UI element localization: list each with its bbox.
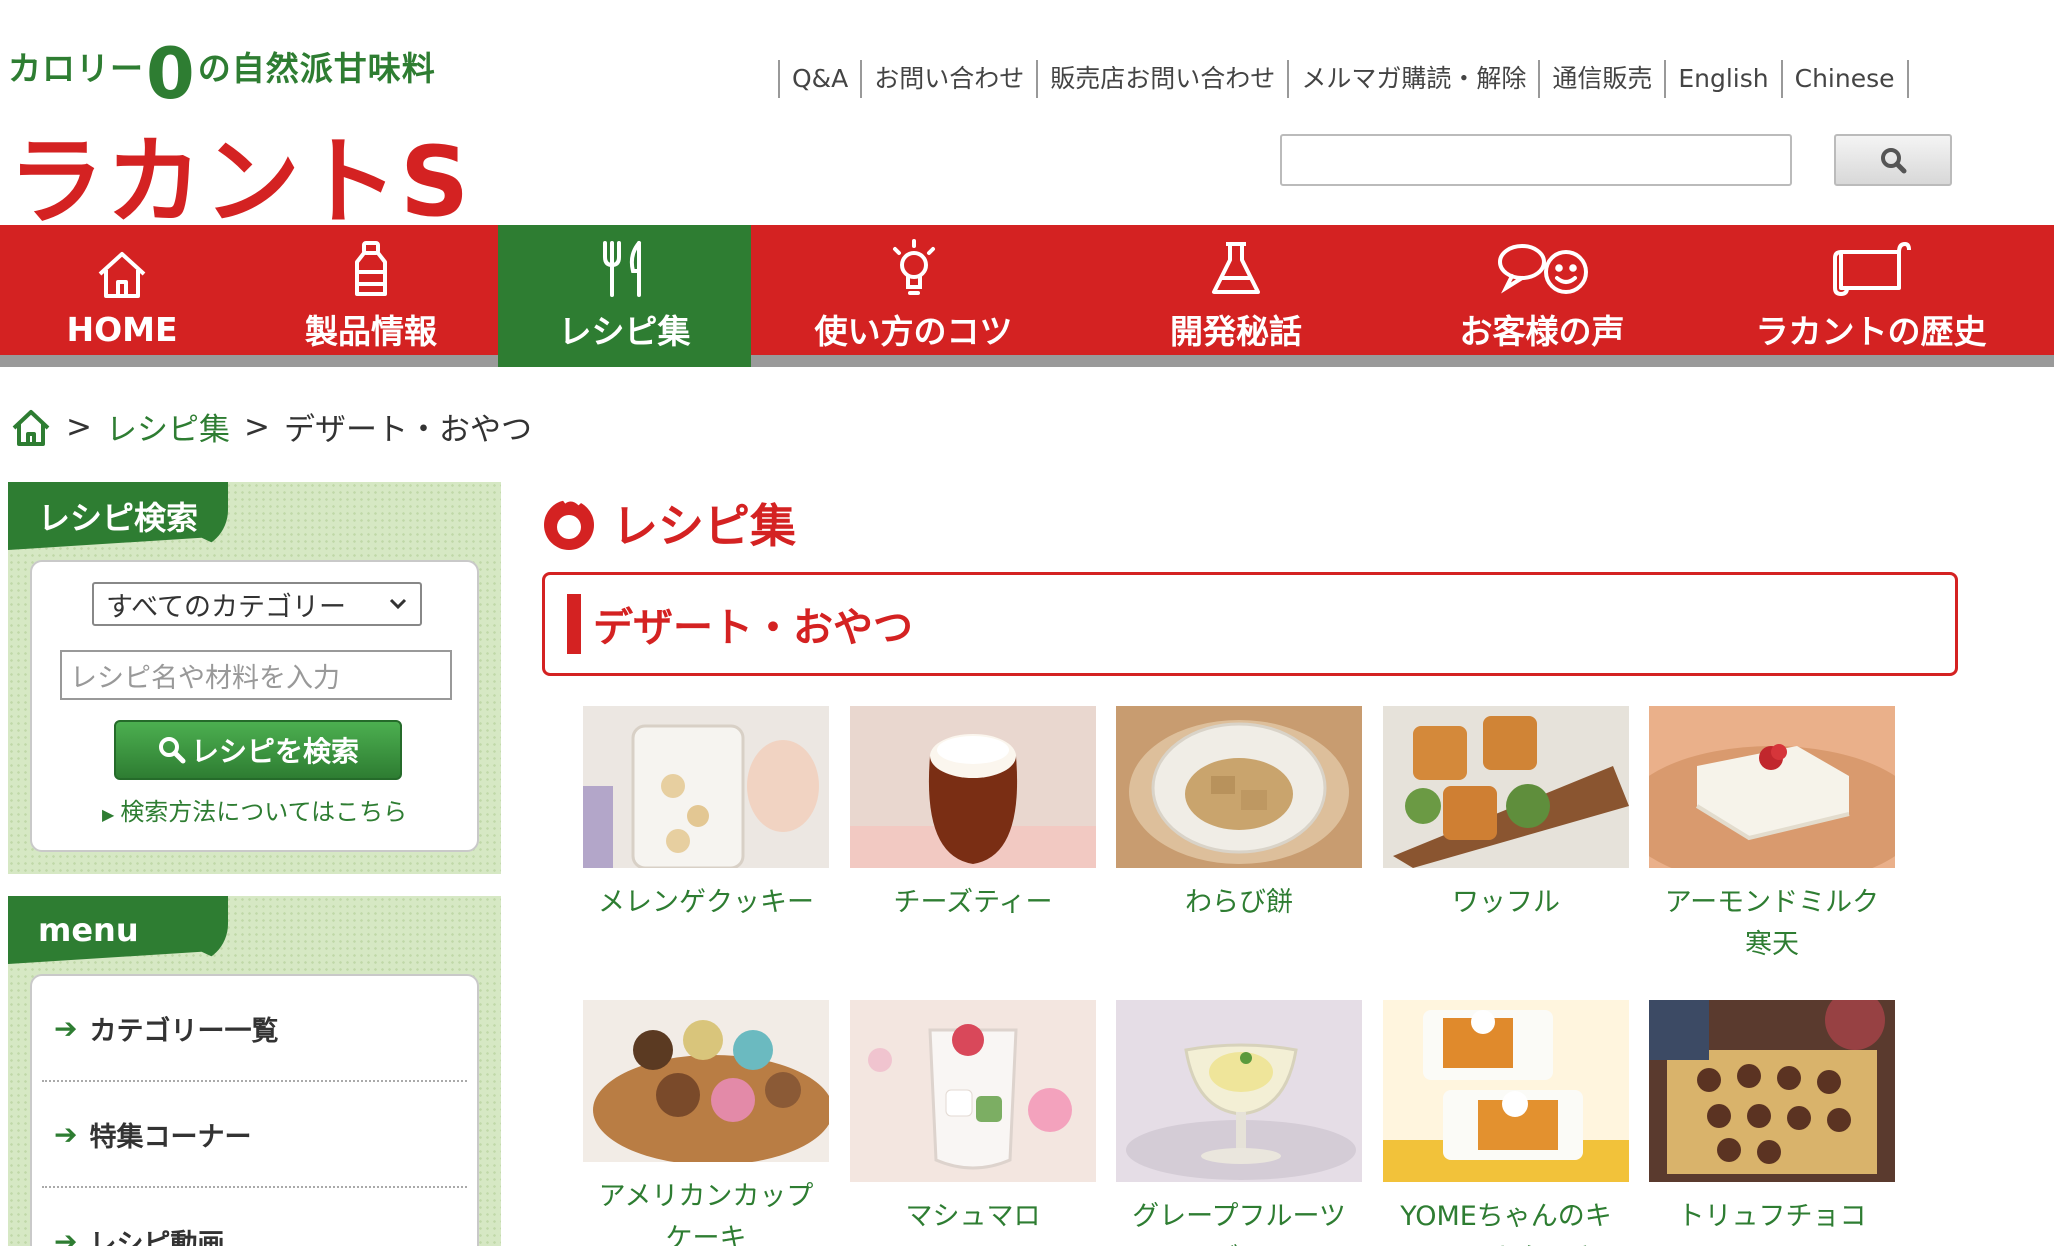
recipe-name: トリュフチョコ (1677, 1201, 1867, 1232)
recipe-photo (850, 706, 1096, 868)
menu-title: menu (8, 896, 228, 964)
recipe-keyword-input[interactable]: レシピ名や材料を入力 (60, 650, 452, 700)
recipe-photo (1649, 1000, 1895, 1182)
logo-zero: 0 (146, 33, 196, 115)
recipe-card[interactable]: メレンゲクッキー (583, 706, 829, 924)
recipe-photo (1383, 1000, 1629, 1182)
menu-item-features[interactable]: ➔ 特集コーナー (42, 1082, 467, 1188)
breadcrumb-separator: > (243, 408, 270, 445)
tomato-icon (544, 497, 594, 550)
recipe-name: アーモンドミルク寒天 (1664, 887, 1880, 960)
link-contact[interactable]: お問い合わせ (860, 60, 1036, 98)
menu-item-categories[interactable]: ➔ カテゴリー一覧 (42, 976, 467, 1082)
recipe-name: グレープフルーツのゼリー (1132, 1201, 1346, 1246)
category-select[interactable]: すべてのカテゴリー (92, 582, 422, 626)
category-heading: デザート・おやつ (542, 572, 1958, 676)
recipe-photo (850, 1000, 1096, 1182)
recipe-photo (583, 1000, 829, 1162)
bottle-icon (355, 241, 387, 296)
nav-home[interactable]: HOME (0, 225, 244, 367)
utility-links: Q&A お問い合わせ 販売店お問い合わせ メルマガ購読・解除 通信販売 Engl… (778, 60, 1909, 98)
recipe-name: チーズティー (893, 887, 1053, 918)
recipe-card[interactable]: ワッフル (1383, 706, 1629, 924)
search-icon (1881, 148, 1907, 174)
recipe-name: ワッフル (1452, 887, 1560, 918)
nav-customer-voices[interactable]: お客様の声 (1396, 225, 1688, 367)
recipe-name: マシュマロ (905, 1201, 1041, 1232)
scroll-icon (1833, 242, 1911, 296)
link-qa[interactable]: Q&A (778, 60, 860, 98)
menu-item-videos[interactable]: ➔ レシピ動画 (42, 1188, 467, 1246)
recipe-photo (1116, 1000, 1362, 1182)
recipe-photo (1116, 706, 1362, 868)
breadcrumb-recipes[interactable]: レシピ集 (106, 404, 230, 449)
page-title: レシピ集 (540, 490, 796, 556)
recipe-card[interactable]: マシュマロ (850, 1000, 1096, 1238)
arrow-right-icon: ➔ (54, 1224, 78, 1246)
home-icon (98, 251, 146, 298)
menu-panel: menu ➔ カテゴリー一覧 ➔ 特集コーナー ➔ レシピ動画 (8, 896, 501, 1246)
nav-history[interactable]: ラカントの歴史 (1688, 225, 2054, 367)
link-store-contact[interactable]: 販売店お問い合わせ (1036, 60, 1287, 98)
site-search-button[interactable] (1834, 134, 1952, 186)
link-chinese[interactable]: Chinese (1780, 60, 1907, 98)
fork-knife-icon (602, 241, 641, 297)
triangle-right-icon: ▶ (102, 805, 115, 824)
lightbulb-icon (892, 239, 935, 295)
recipe-photo (583, 706, 829, 868)
recipe-card[interactable]: わらび餅 (1116, 706, 1362, 924)
recipe-card[interactable]: トリュフチョコ (1649, 1000, 1895, 1238)
nav-recipes[interactable]: レシピ集 (498, 225, 751, 367)
link-mail-order[interactable]: 通信販売 (1538, 60, 1664, 98)
recipe-photo (1649, 706, 1895, 868)
arrow-right-icon: ➔ (54, 1117, 78, 1151)
recipe-card[interactable]: アーモンドミルク寒天 (1649, 706, 1895, 966)
recipe-name: わらび餅 (1185, 887, 1293, 918)
logo-brand: ラカントS (8, 126, 472, 238)
link-english[interactable]: English (1664, 60, 1780, 98)
nav-tips[interactable]: 使い方のコツ (751, 225, 1076, 367)
home-icon[interactable] (10, 406, 52, 448)
search-help-link[interactable]: ▶ 検索方法についてはこちら (102, 792, 407, 827)
recipe-photo (1383, 706, 1629, 868)
nav-development-story[interactable]: 開発秘話 (1076, 225, 1396, 367)
recipe-search-title: レシピ検索 (8, 482, 228, 550)
recipe-search-panel: レシピ検索 すべてのカテゴリー レシピ名や材料を入力 レシピを検索 ▶ 検索方法に… (8, 482, 501, 874)
recipe-name: メレンゲクッキー (598, 887, 814, 918)
speech-smile-icon (1498, 244, 1588, 294)
recipe-name: アメリカンカップケーキ (598, 1181, 814, 1246)
recipe-card[interactable]: アメリカンカップケーキ (583, 1000, 829, 1246)
recipe-card[interactable]: チーズティー (850, 706, 1096, 924)
recipe-card[interactable]: YOMEちゃんのキャロットケーキ (1383, 1000, 1629, 1246)
flask-icon (1212, 242, 1260, 294)
site-search-input[interactable] (1280, 134, 1792, 186)
site-logo[interactable]: カロリー0の自然派甘味料 ラカントS (8, 14, 469, 238)
breadcrumb-separator: > (66, 408, 92, 445)
main-nav: HOME 製品情報 レシピ集 使い方のコツ 開発秘話 お客様の声 ラカントの歴史 (0, 225, 2054, 367)
arrow-right-icon: ➔ (54, 1011, 78, 1045)
recipe-search-button[interactable]: レシピを検索 (114, 720, 402, 780)
breadcrumb: > レシピ集 > デザート・おやつ (10, 404, 532, 449)
chevron-down-icon (389, 598, 407, 610)
recipe-card[interactable]: グレープフルーツのゼリー (1116, 1000, 1362, 1246)
search-icon (158, 737, 186, 764)
link-newsletter[interactable]: メルマガ購読・解除 (1287, 60, 1538, 98)
breadcrumb-current: デザート・おやつ (283, 412, 532, 448)
nav-products[interactable]: 製品情報 (244, 225, 498, 367)
recipe-name: YOMEちゃんのキャロットケーキ (1400, 1201, 1612, 1246)
logo-tagline: カロリー0の自然派甘味料 (8, 33, 436, 115)
